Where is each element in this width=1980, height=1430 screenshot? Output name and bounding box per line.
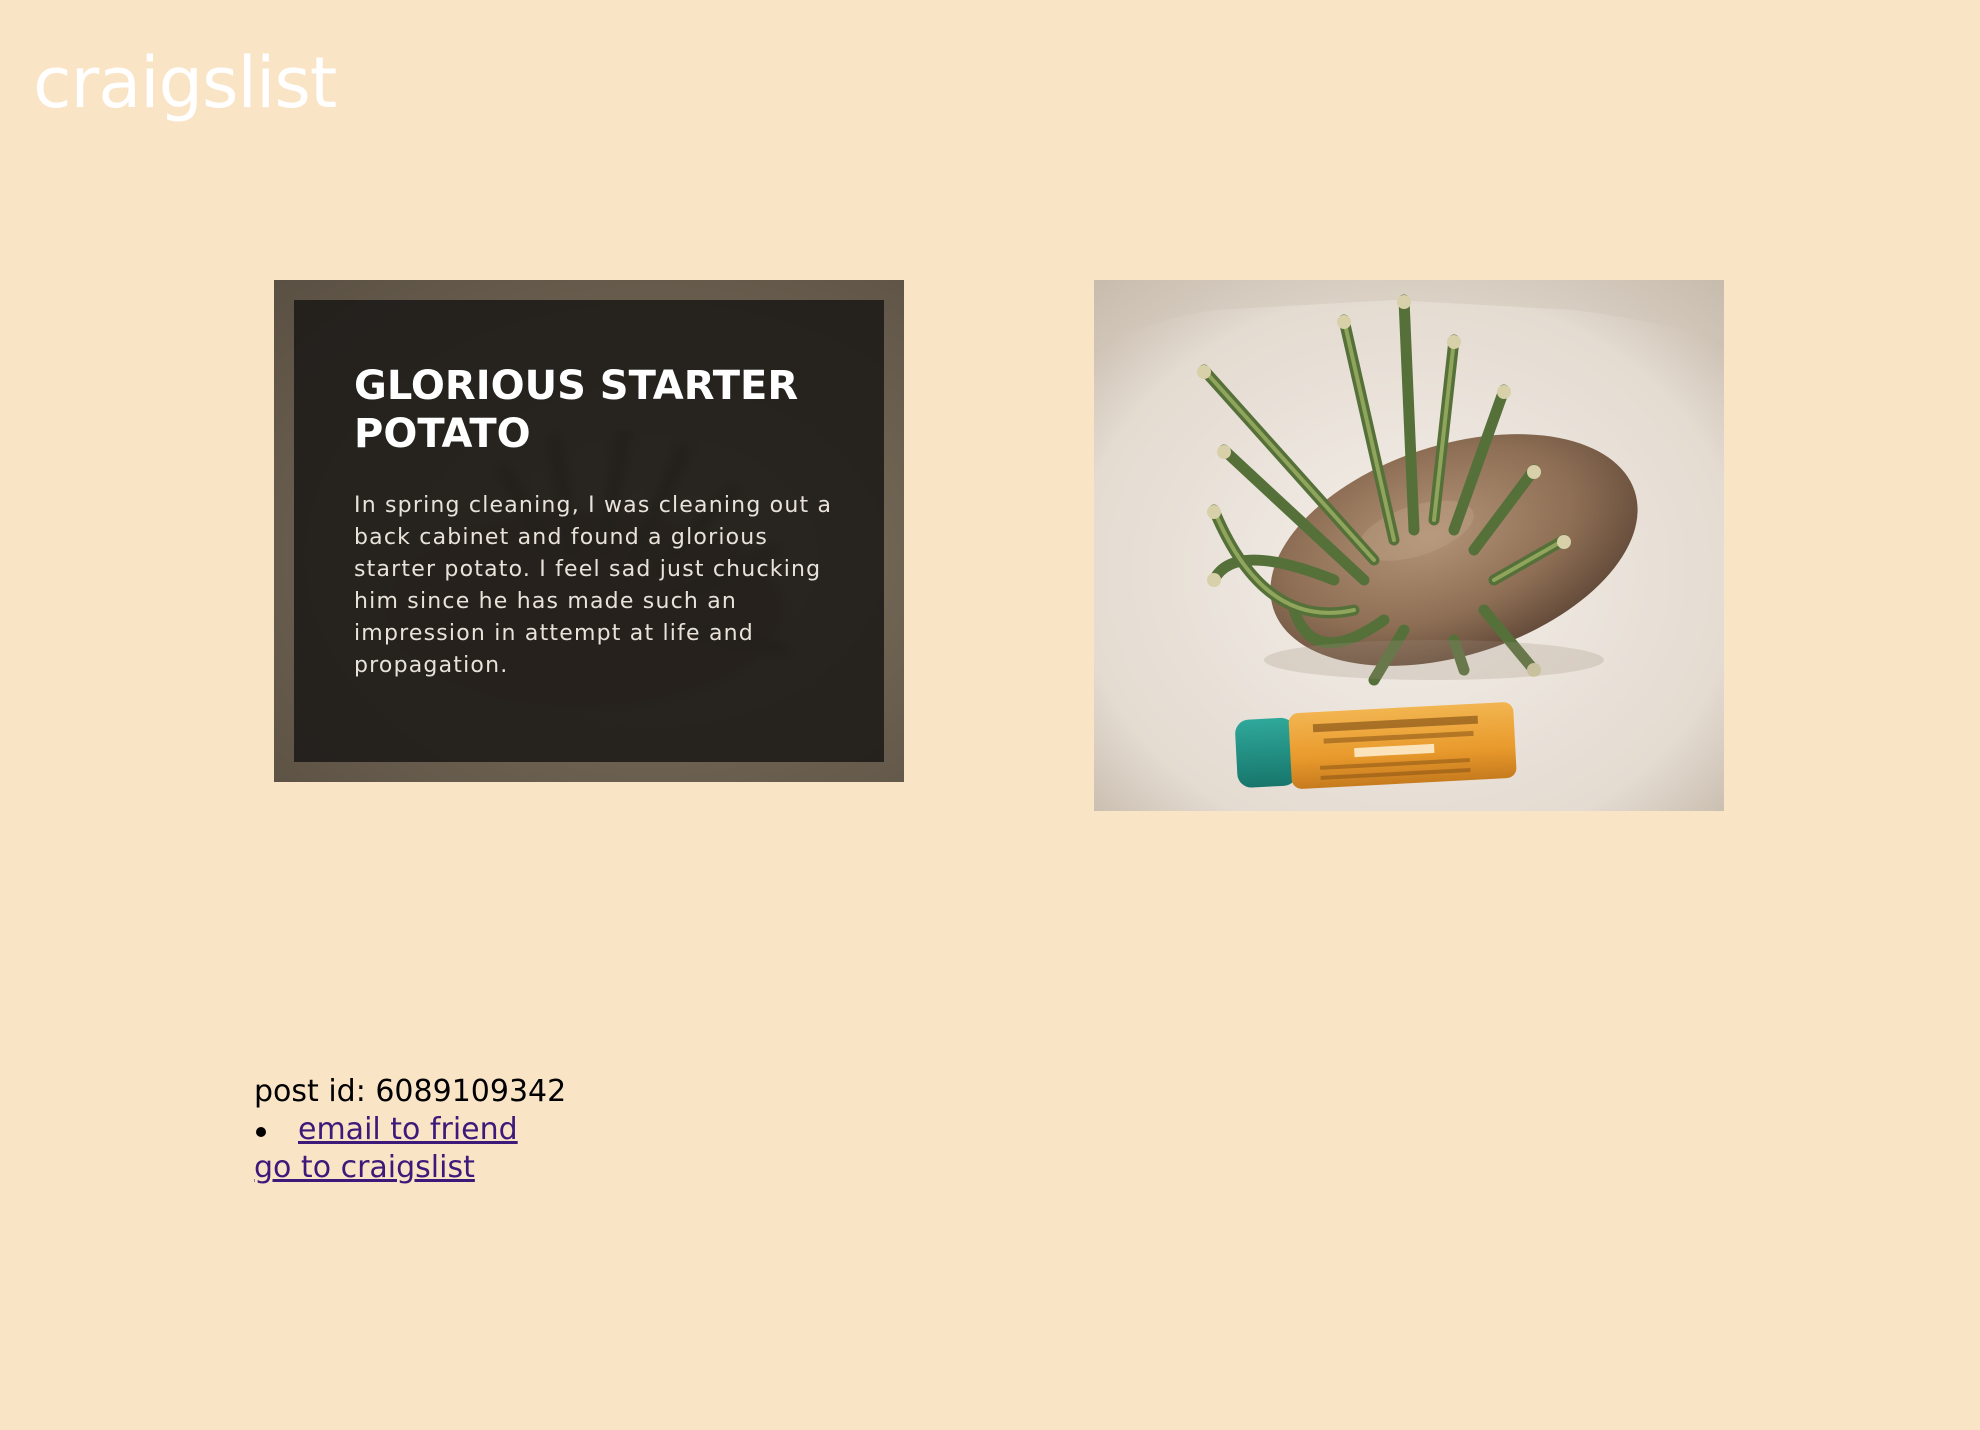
email-to-friend-link[interactable]: email to friend [298,1112,518,1147]
list-item: email to friend [254,1111,566,1149]
potato-photo-icon [1094,280,1724,811]
listing-photo[interactable] [1094,280,1724,811]
post-actions-list: email to friend [254,1111,566,1149]
craigslist-logo[interactable]: craigslist [33,38,337,128]
post-footer: post id: 6089109342 email to friend go t… [254,1073,566,1187]
listing-card-overlay: GLORIOUS STARTER POTATO In spring cleani… [294,300,884,762]
listing-description: In spring cleaning, I was cleaning out a… [354,493,833,678]
go-to-craigslist-link[interactable]: go to craigslist [254,1150,475,1185]
listing-title: GLORIOUS STARTER POTATO [354,363,799,457]
post-id: post id: 6089109342 [254,1074,567,1109]
bullet-icon [256,1127,266,1137]
listing-card: GLORIOUS STARTER POTATO In spring cleani… [274,280,904,782]
